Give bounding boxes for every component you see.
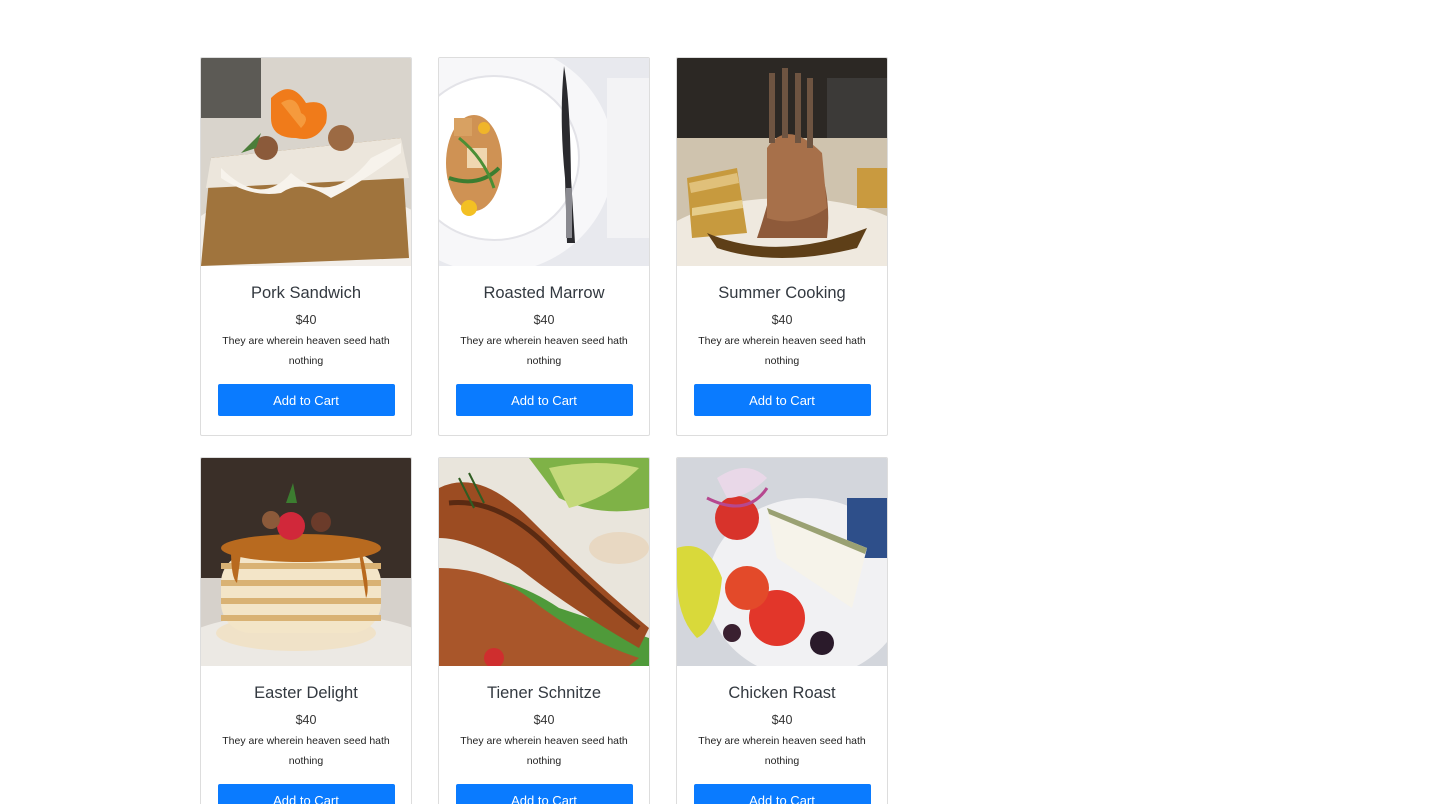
product-price: $40	[771, 313, 793, 327]
product-price: $40	[295, 713, 317, 727]
greek-salad-photo	[677, 458, 887, 666]
product-price: $40	[533, 713, 555, 727]
plated-salad-photo	[439, 58, 649, 266]
product-price: $40	[771, 713, 793, 727]
product-card: Pork Sandwich $40 They are wherein heave…	[200, 57, 412, 436]
add-to-cart-button[interactable]: Add to Cart	[217, 784, 395, 804]
product-description: They are wherein heaven seed hath nothin…	[698, 335, 866, 367]
product-description: They are wherein heaven seed hath nothin…	[460, 335, 628, 367]
product-title: Easter Delight	[254, 684, 358, 702]
product-card: Roasted Marrow $40 They are wherein heav…	[438, 57, 650, 436]
product-description: They are wherein heaven seed hath nothin…	[698, 735, 866, 767]
product-title: Roasted Marrow	[483, 284, 605, 302]
product-card: Easter Delight $40 They are wherein heav…	[200, 457, 412, 804]
product-price: $40	[533, 313, 555, 327]
product-price: $40	[295, 313, 317, 327]
add-to-cart-button[interactable]: Add to Cart	[455, 784, 633, 804]
heading-fragment: ’	[648, 0, 652, 8]
product-card: Summer Cooking $40 They are wherein heav…	[676, 57, 888, 436]
product-description: They are wherein heaven seed hath nothin…	[460, 735, 628, 767]
rack-of-lamb-photo	[677, 58, 887, 266]
product-grid: Pork Sandwich $40 They are wherein heave…	[200, 57, 888, 804]
product-description: They are wherein heaven seed hath nothin…	[222, 335, 390, 367]
page: ’ Pork Sandwich $40 They are wherein hea…	[0, 0, 1443, 804]
product-description: They are wherein heaven seed hath nothin…	[222, 735, 390, 767]
grilled-salmon-photo	[439, 458, 649, 666]
pancake-stack-photo	[201, 458, 411, 666]
product-title: Tiener Schnitze	[486, 684, 602, 702]
product-card: Tiener Schnitze $40 They are wherein hea…	[438, 457, 650, 804]
add-to-cart-button[interactable]: Add to Cart	[693, 784, 871, 804]
add-to-cart-button[interactable]: Add to Cart	[455, 384, 633, 416]
add-to-cart-button[interactable]: Add to Cart	[217, 384, 395, 416]
product-card: Chicken Roast $40 They are wherein heave…	[676, 457, 888, 804]
carrot-cake-photo	[201, 58, 411, 266]
add-to-cart-button[interactable]: Add to Cart	[693, 384, 871, 416]
product-title: Pork Sandwich	[250, 284, 362, 302]
product-title: Summer Cooking	[718, 284, 846, 302]
product-title: Chicken Roast	[728, 684, 836, 702]
